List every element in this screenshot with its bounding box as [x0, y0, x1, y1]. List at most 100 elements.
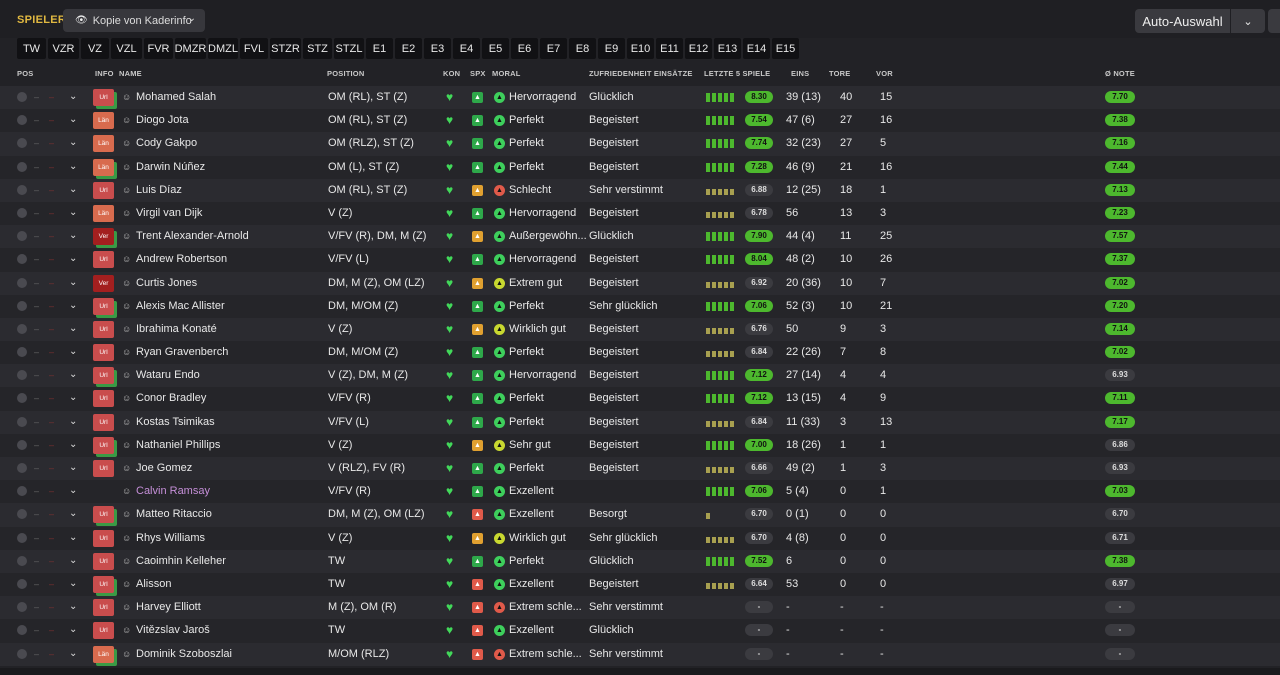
player-name[interactable]: Andrew Robertson — [136, 248, 227, 271]
player-name[interactable]: Darwin Núñez — [136, 156, 205, 179]
position-filter-e5[interactable]: E5 — [482, 38, 509, 59]
chevron-down-icon[interactable]: ⌄ — [69, 643, 77, 665]
player-name[interactable]: Diogo Jota — [136, 109, 189, 132]
select-checkbox[interactable] — [17, 509, 27, 520]
chevron-down-icon[interactable]: ⌄ — [69, 619, 77, 641]
position-filter-e13[interactable]: E13 — [714, 38, 741, 59]
chevron-down-icon[interactable]: ⌄ — [69, 86, 77, 108]
position-filter-e10[interactable]: E10 — [627, 38, 654, 59]
player-name[interactable]: Virgil van Dijk — [136, 202, 202, 225]
select-checkbox[interactable] — [17, 370, 27, 381]
select-checkbox[interactable] — [17, 555, 27, 566]
chevron-down-icon[interactable]: ⌄ — [69, 434, 77, 456]
select-checkbox[interactable] — [17, 648, 27, 659]
col-spx[interactable]: SPX — [470, 69, 486, 78]
player-name[interactable]: Ryan Gravenberch — [136, 341, 228, 364]
chevron-down-icon[interactable]: ⌄ — [69, 480, 77, 502]
select-checkbox[interactable] — [17, 347, 27, 358]
position-filter-e2[interactable]: E2 — [395, 38, 422, 59]
select-checkbox[interactable] — [17, 92, 27, 102]
select-checkbox[interactable] — [17, 138, 27, 149]
chevron-down-icon[interactable]: ⌄ — [69, 295, 77, 317]
table-row[interactable]: – – ⌄ Url ☺ Wataru Endo V (Z), DM, M (Z) ♥ ▲ ▲ Her… — [0, 364, 1280, 388]
select-checkbox[interactable] — [17, 532, 27, 543]
player-name[interactable]: Alexis Mac Allister — [136, 295, 225, 318]
player-name[interactable]: Joe Gomez — [136, 457, 192, 480]
player-name[interactable]: Alisson — [136, 573, 171, 596]
player-name[interactable]: Wataru Endo — [136, 364, 200, 387]
view-selector[interactable]: 👁 Kopie von Kaderinfo ⌄ — [63, 9, 205, 32]
chevron-down-icon[interactable]: ⌄ — [69, 248, 77, 270]
chevron-down-icon[interactable]: ⌄ — [69, 503, 77, 525]
table-row[interactable]: – – ⌄ Url ☺ Conor Bradley V/FV (R) ♥ ▲ ▲ Perfekt Be… — [0, 387, 1280, 411]
player-name[interactable]: Cody Gakpo — [136, 132, 197, 155]
table-row[interactable]: – – ⌄ Url ☺ Harvey Elliott M (Z), OM (R) ♥ ▲ ▲ Ext… — [0, 596, 1280, 620]
chevron-down-icon[interactable]: ⌄ — [69, 225, 77, 247]
table-row[interactable]: – – ⌄ Url ☺ Andrew Robertson V/FV (L) ♥ ▲ ▲ Hervor… — [0, 248, 1280, 272]
table-row[interactable]: – – ⌄ Län ☺ Dominik Szoboszlai M/OM (RLZ) ♥ ▲ ▲ Ex… — [0, 642, 1280, 666]
position-filter-vz[interactable]: VZ — [81, 38, 109, 59]
table-row[interactable]: – – ⌄ Url ☺ Caoimhin Kelleher TW ♥ ▲ ▲ Perfekt Glüc… — [0, 549, 1280, 573]
col-vor[interactable]: VOR — [876, 69, 893, 78]
col-kon[interactable]: KON — [443, 69, 460, 78]
chevron-down-icon[interactable]: ⌄ — [69, 132, 77, 154]
chevron-down-icon[interactable]: ⌄ — [69, 179, 77, 201]
position-filter-e14[interactable]: E14 — [743, 38, 770, 59]
position-filter-vzr[interactable]: VZR — [48, 38, 79, 59]
player-name[interactable]: Dominik Szoboszlai — [136, 643, 232, 666]
select-checkbox[interactable] — [17, 439, 27, 450]
col-eins[interactable]: EINS — [791, 69, 809, 78]
position-filter-e11[interactable]: E11 — [656, 38, 683, 59]
chevron-down-icon[interactable]: ⌄ — [69, 387, 77, 409]
position-filter-stzl[interactable]: STZL — [334, 38, 364, 59]
player-name[interactable]: Nathaniel Phillips — [136, 434, 220, 457]
position-filter-vzl[interactable]: VZL — [111, 38, 142, 59]
player-name[interactable]: Conor Bradley — [136, 387, 206, 410]
table-row[interactable]: – – ⌄ Ver ☺ Trent Alexander-Arnold V/FV (R), D… — [0, 225, 1280, 249]
position-filter-stzr[interactable]: STZR — [270, 38, 301, 59]
select-checkbox[interactable] — [17, 578, 27, 589]
table-row[interactable]: – – ⌄ Url ☺ Mohamed Salah OM (RL), ST (Z) ♥ ▲ ▲ He… — [0, 86, 1280, 110]
select-checkbox[interactable] — [17, 207, 27, 218]
position-filter-dmzr[interactable]: DMZR — [175, 38, 206, 59]
table-row[interactable]: – – ⌄ Url ☺ Ibrahima Konaté V (Z) ♥ ▲ ▲ Wirklich g… — [0, 317, 1280, 342]
select-checkbox[interactable] — [17, 393, 27, 404]
player-name[interactable]: Calvin Ramsay — [136, 480, 210, 503]
col-note[interactable]: Ø NOTE — [1105, 69, 1135, 78]
table-row[interactable]: – – ⌄ Url ☺ Alexis Mac Allister DM, M/OM (Z) ♥ ▲… — [0, 294, 1280, 318]
table-row[interactable]: – – ⌄ Ver ☺ Curtis Jones DM, M (Z), OM (LZ) ♥ ▲ ▲… — [0, 271, 1280, 295]
chevron-down-icon[interactable]: ⌄ — [69, 596, 77, 618]
table-row[interactable]: – – ⌄ Url ☺ Rhys Williams V (Z) ♥ ▲ ▲ Wirklich gut… — [0, 526, 1280, 550]
col-info[interactable]: INFO — [95, 69, 114, 78]
player-name[interactable]: Kostas Tsimikas — [136, 411, 215, 434]
chevron-down-icon[interactable]: ⌄ — [69, 364, 77, 386]
position-filter-e7[interactable]: E7 — [540, 38, 567, 59]
col-moral[interactable]: MORAL — [492, 69, 521, 78]
chevron-down-icon[interactable]: ⌄ — [69, 411, 77, 433]
select-checkbox[interactable] — [17, 184, 27, 195]
table-row[interactable]: – – ⌄ Url ☺ Ryan Gravenberch DM, M/OM (Z) ♥ ▲ ▲ Pe… — [0, 341, 1280, 365]
chevron-down-icon[interactable]: ⌄ — [69, 527, 77, 549]
player-name[interactable]: Trent Alexander-Arnold — [136, 225, 249, 248]
select-checkbox[interactable] — [17, 625, 27, 636]
select-checkbox[interactable] — [17, 300, 27, 311]
chevron-down-icon[interactable]: ⌄ — [69, 341, 77, 363]
table-row[interactable]: – – ⌄ Län ☺ Darwin Núñez OM (L), ST (Z) ♥ ▲ ▲ Perf… — [0, 155, 1280, 179]
position-filter-e8[interactable]: E8 — [569, 38, 596, 59]
table-row[interactable]: – – ⌄ Url ☺ Luis Díaz OM (RL), ST (Z) ♥ ▲ ▲ Schlec… — [0, 178, 1280, 202]
select-checkbox[interactable] — [17, 231, 27, 242]
player-name[interactable]: Curtis Jones — [136, 272, 197, 295]
table-row[interactable]: – – ⌄ Url ☺ Kostas Tsimikas V/FV (L) ♥ ▲ ▲ Perfekt… — [0, 410, 1280, 434]
select-checkbox[interactable] — [17, 277, 27, 288]
chevron-down-icon[interactable]: ⌄ — [69, 156, 77, 178]
table-row[interactable]: – – ⌄ Url ☺ Matteo Ritaccio DM, M (Z), OM (LZ)… — [0, 503, 1280, 527]
select-checkbox[interactable] — [17, 161, 27, 172]
select-checkbox[interactable] — [17, 416, 27, 427]
position-filter-dmzl[interactable]: DMZL — [208, 38, 238, 59]
chevron-down-icon[interactable]: ⌄ — [69, 202, 77, 224]
position-filter-e15[interactable]: E15 — [772, 38, 799, 59]
col-position[interactable]: POSITION — [327, 69, 364, 78]
table-row[interactable]: – – ⌄ Län ☺ Virgil van Dijk V (Z) ♥ ▲ ▲ Hervorrage… — [0, 201, 1280, 226]
chevron-down-icon[interactable]: ⌄ — [69, 318, 77, 340]
col-name[interactable]: NAME — [119, 69, 142, 78]
